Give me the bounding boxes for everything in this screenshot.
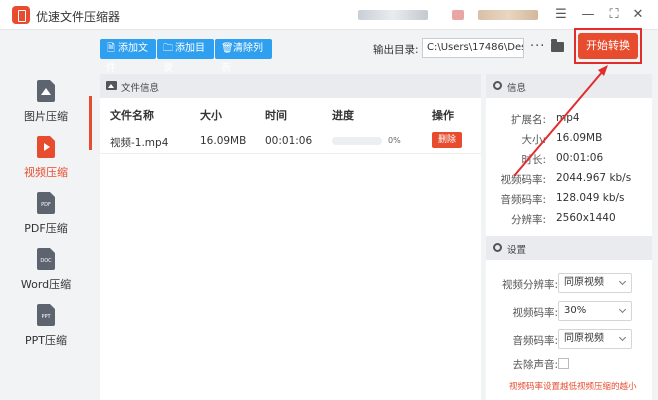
app-logo-icon <box>12 6 30 24</box>
more-options-icon[interactable]: ··· <box>530 39 545 54</box>
video-bitrate-select[interactable]: 30% <box>558 301 632 321</box>
info-panel-header: 信息 <box>486 74 652 98</box>
file-panel-header: 文件信息 <box>100 74 481 98</box>
app-title: 优速文件压缩器 <box>36 10 121 24</box>
sidebar-item-word-compress[interactable]: DOC Word压缩 <box>0 248 92 300</box>
audio-bitrate-label: 音频码率: <box>512 335 558 347</box>
file-duration: 00:01:06 <box>265 135 313 147</box>
remove-audio-label: 去除声音: <box>512 359 558 371</box>
column-header-size: 大小 <box>200 109 222 122</box>
column-header-action: 操作 <box>432 109 454 122</box>
add-file-button[interactable]: 🗎 添加文件 <box>100 39 156 74</box>
minimize-icon[interactable]: — <box>580 7 596 23</box>
sidebar-item-label: PPT压缩 <box>25 334 67 347</box>
info-value: 2560x1440 <box>556 212 616 224</box>
info-value: 128.049 kb/s <box>556 192 625 204</box>
file-panel-title: 文件信息 <box>121 83 160 94</box>
video-resolution-label: 视频分辨率: <box>501 279 558 291</box>
sidebar-item-image-compress[interactable]: 图片压缩 <box>0 80 92 132</box>
info-key: 分辨率: <box>510 214 546 226</box>
info-panel-title: 信息 <box>507 83 527 94</box>
bitrate-hint: 视频码率设置越低视频压缩的越小 <box>509 382 637 392</box>
right-panel: 信息 扩展名: mp4 大小: 16.09MB 时长: 00:01:06 视频码… <box>486 74 652 400</box>
info-value: 00:01:06 <box>556 152 604 164</box>
output-directory-label: 输出目录: <box>373 44 419 56</box>
sidebar-item-pdf-compress[interactable]: PDF PDF压缩 <box>0 192 92 244</box>
sidebar-item-ppt-compress[interactable]: PPT PPT压缩 <box>0 304 92 356</box>
menu-icon[interactable]: ☰ <box>553 7 569 23</box>
maximize-icon[interactable]: ⛶ <box>606 7 622 23</box>
progress-bar <box>332 137 382 145</box>
add-directory-button[interactable]: 🗀 添加目录 <box>157 39 214 74</box>
info-key: 视频码率: <box>500 174 546 186</box>
blurred-user-info <box>452 10 464 20</box>
chevron-down-icon <box>618 333 627 342</box>
clear-list-button[interactable]: 🗑清除列表 <box>215 39 272 74</box>
chevron-down-icon <box>618 305 627 314</box>
column-header-name: 文件名称 <box>110 109 154 122</box>
sidebar-item-label: PDF压缩 <box>24 222 68 235</box>
chevron-down-icon <box>618 277 627 286</box>
image-file-icon <box>37 80 55 102</box>
info-value: 2044.967 kb/s <box>556 172 632 184</box>
column-header-progress: 进度 <box>332 109 354 122</box>
sidebar-item-label: Word压缩 <box>20 278 72 291</box>
annotation-highlight-box <box>574 28 642 64</box>
info-value: mp4 <box>556 112 580 124</box>
video-file-icon <box>37 136 55 158</box>
info-value: 16.09MB <box>556 132 603 144</box>
info-key: 音频码率: <box>500 194 546 206</box>
info-key: 扩展名: <box>510 114 546 126</box>
sidebar-item-video-compress[interactable]: 视频压缩 <box>0 136 92 188</box>
sidebar-item-label: 图片压缩 <box>24 110 68 123</box>
image-icon <box>106 81 117 90</box>
remove-audio-checkbox[interactable] <box>558 358 569 369</box>
sidebar-active-indicator <box>89 96 92 150</box>
pdf-file-icon: PDF <box>37 192 55 214</box>
table-row[interactable]: 视频-1.mp4 16.09MB 00:01:06 0% 删除 <box>100 128 481 154</box>
video-resolution-select[interactable]: 同原视频 <box>558 273 632 293</box>
progress-percent: 0% <box>388 136 401 145</box>
audio-bitrate-select[interactable]: 同原视频 <box>558 329 632 349</box>
info-key: 时长: <box>521 154 546 166</box>
gear-icon <box>493 81 502 90</box>
file-list-panel: 文件信息 文件名称 大小 时间 进度 操作 视频-1.mp4 16.09MB 0… <box>100 74 481 400</box>
open-folder-icon[interactable] <box>551 39 564 52</box>
blurred-user-info <box>478 10 538 20</box>
blurred-user-info <box>358 10 428 20</box>
file-size: 16.09MB <box>200 135 247 147</box>
file-name: 视频-1.mp4 <box>110 137 169 149</box>
trash-icon: 🗑 <box>221 43 234 54</box>
info-key: 大小: <box>521 134 546 146</box>
column-header-time: 时间 <box>265 109 287 122</box>
sidebar-item-label: 视频压缩 <box>24 166 68 179</box>
output-path-field[interactable]: C:\Users\17486\Deskto <box>422 38 524 58</box>
video-bitrate-label: 视频码率: <box>512 307 558 319</box>
gear-icon <box>493 243 502 252</box>
ppt-file-icon: PPT <box>37 304 55 326</box>
close-icon[interactable]: ✕ <box>630 7 646 23</box>
doc-file-icon: DOC <box>37 248 55 270</box>
settings-panel-title: 设置 <box>507 245 527 256</box>
sidebar: 图片压缩 视频压缩 PDF PDF压缩 DOC Word压缩 PPT PPT压缩 <box>0 30 92 400</box>
delete-button[interactable]: 删除 <box>432 132 462 148</box>
plus-folder-icon: 🗀 <box>163 43 173 54</box>
settings-panel-header: 设置 <box>486 236 652 260</box>
title-bar: 优速文件压缩器 ☰ — ⛶ ✕ <box>0 0 658 30</box>
plus-file-icon: 🗎 <box>106 43 116 54</box>
